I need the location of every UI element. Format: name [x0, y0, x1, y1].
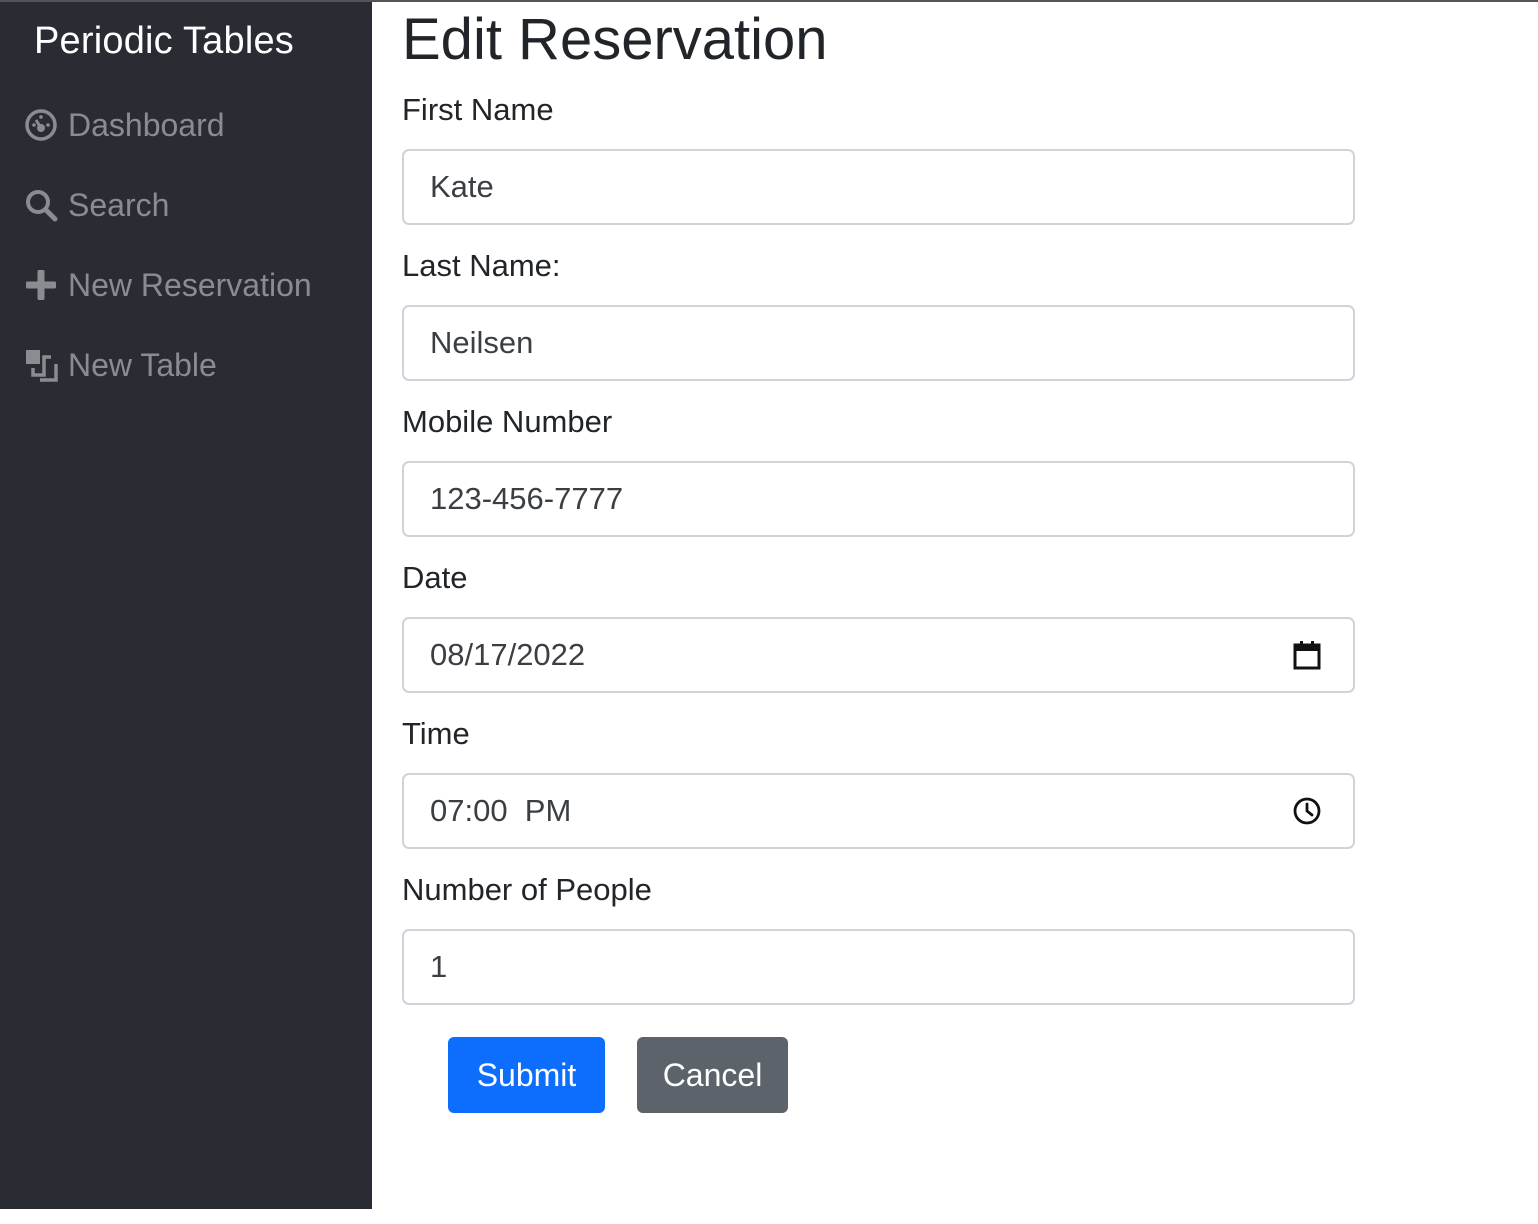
sidebar-item-new-table[interactable]: New Table: [24, 343, 217, 387]
page-title: Edit Reservation: [402, 7, 828, 72]
number-of-people-input[interactable]: 1: [402, 929, 1355, 1005]
sidebar-item-new-reservation[interactable]: New Reservation: [24, 263, 312, 307]
date-input[interactable]: 08/17/2022: [402, 617, 1355, 693]
last-name-value: Neilsen: [430, 325, 534, 360]
sidebar-item-label: New Reservation: [68, 266, 312, 303]
sidebar-item-label: Dashboard: [68, 106, 225, 143]
brand-title[interactable]: Periodic Tables: [34, 20, 294, 63]
cancel-button[interactable]: Cancel: [637, 1037, 788, 1113]
first-name-input[interactable]: Kate: [402, 149, 1355, 225]
last-name-label: Last Name:: [402, 248, 561, 283]
sidebar-item-label: Search: [68, 186, 170, 223]
plus-icon: [24, 268, 58, 302]
mobile-number-value: 123-456-7777: [430, 481, 624, 516]
sidebar-item-search[interactable]: Search: [24, 183, 169, 227]
search-icon: [24, 188, 58, 222]
time-input[interactable]: 07:00 PM: [402, 773, 1355, 849]
first-name-label: First Name: [402, 92, 554, 127]
time-value: 07:00 PM: [430, 793, 572, 828]
number-of-people-value: 1: [430, 949, 448, 984]
layers-icon: [24, 348, 58, 382]
last-name-input[interactable]: Neilsen: [402, 305, 1355, 381]
sidebar-item-label: New Table: [68, 346, 217, 383]
sidebar: Periodic Tables Dashboard Search New Res…: [0, 2, 372, 1209]
first-name-value: Kate: [430, 169, 494, 204]
calendar-icon[interactable]: [1291, 639, 1323, 671]
sidebar-item-dashboard[interactable]: Dashboard: [24, 103, 225, 147]
date-value: 08/17/2022: [430, 637, 586, 672]
mobile-number-input[interactable]: 123-456-7777: [402, 461, 1355, 537]
mobile-number-label: Mobile Number: [402, 404, 613, 439]
number-of-people-label: Number of People: [402, 872, 652, 907]
edit-reservation-form: Edit Reservation First Name Kate Last Na…: [402, 2, 1538, 1209]
submit-button[interactable]: Submit: [448, 1037, 605, 1113]
time-label: Time: [402, 716, 470, 751]
clock-icon[interactable]: [1291, 795, 1323, 827]
dashboard-icon: [24, 108, 58, 142]
date-label: Date: [402, 560, 468, 595]
